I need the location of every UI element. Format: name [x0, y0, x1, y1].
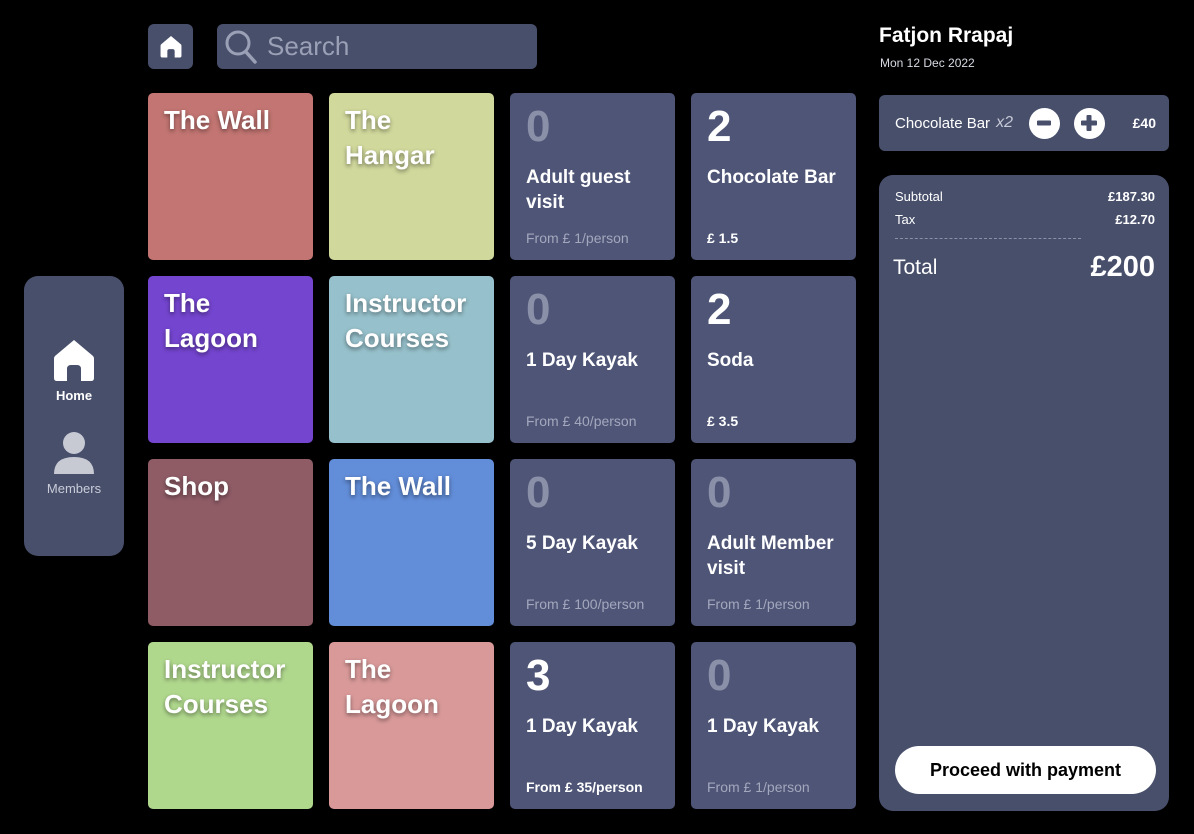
- product-price: From £ 1/person: [526, 230, 629, 246]
- decrease-quantity-button[interactable]: [1028, 107, 1060, 139]
- product-quantity: 0: [526, 468, 551, 517]
- product-price: From £ 40/person: [526, 413, 637, 429]
- category-tile[interactable]: The Hangar: [329, 93, 494, 260]
- category-label: The Lagoon: [345, 654, 439, 719]
- divider: [895, 238, 1081, 239]
- tile-grid: The Wall The Hangar 0 Adult guest visit …: [148, 93, 856, 809]
- category-label: The Wall: [164, 105, 270, 135]
- product-name: 1 Day Kayak: [707, 716, 819, 737]
- total-label: Total: [893, 255, 938, 279]
- product-quantity: 0: [526, 285, 551, 334]
- product-quantity: 3: [526, 651, 551, 700]
- proceed-payment-button[interactable]: Proceed with payment: [895, 746, 1156, 794]
- current-date: Mon 12 Dec 2022: [880, 56, 975, 70]
- product-tile[interactable]: 2 Chocolate Bar £ 1.5: [691, 93, 856, 260]
- category-tile[interactable]: Instructor Courses: [329, 276, 494, 443]
- increase-quantity-button[interactable]: [1073, 107, 1105, 139]
- product-tile[interactable]: 0 Adult Member visit From £ 1/person: [691, 459, 856, 626]
- cart-item-name: Chocolate Bar: [895, 114, 991, 132]
- product-tile[interactable]: 2 Soda £ 3.5: [691, 276, 856, 443]
- product-quantity: 0: [707, 468, 732, 517]
- category-label: Shop: [164, 471, 229, 501]
- category-tile[interactable]: The Wall: [148, 93, 313, 260]
- product-price: From £ 1/person: [707, 779, 810, 795]
- product-price: From £ 1/person: [707, 596, 810, 612]
- category-tile[interactable]: The Lagoon: [329, 642, 494, 809]
- search-icon: [225, 30, 257, 64]
- product-price: From £ 100/person: [526, 596, 645, 612]
- cart-item-quantity: x2: [996, 114, 1013, 131]
- search-input[interactable]: [267, 31, 527, 62]
- product-tile[interactable]: 0 1 Day Kayak From £ 1/person: [691, 642, 856, 809]
- user-name: Fatjon Rrapaj: [879, 24, 1014, 47]
- product-name: Chocolate Bar: [707, 167, 836, 188]
- product-tile[interactable]: 0 1 Day Kayak From £ 40/person: [510, 276, 675, 443]
- total-value: £200: [1090, 251, 1155, 283]
- category-tile[interactable]: Shop: [148, 459, 313, 626]
- tax-label: Tax: [895, 212, 916, 227]
- subtotal-label: Subtotal: [895, 189, 943, 204]
- home-button[interactable]: [148, 24, 193, 69]
- product-quantity: 0: [526, 102, 551, 151]
- category-label: Instructor Courses: [164, 654, 286, 719]
- home-icon: [54, 340, 94, 381]
- nav-item-members[interactable]: Members: [47, 431, 101, 496]
- product-quantity: 2: [707, 102, 732, 151]
- order-summary: Subtotal £187.30 Tax £12.70 Total £200 P…: [879, 175, 1169, 811]
- total-row: Total £200: [893, 251, 1155, 284]
- nav-label-home: Home: [55, 388, 93, 403]
- product-name: Adult Member visit: [707, 533, 834, 579]
- product-name: 5 Day Kayak: [526, 533, 638, 554]
- tax-value: £12.70: [1115, 212, 1155, 227]
- category-tile[interactable]: Instructor Courses: [148, 642, 313, 809]
- product-price: £ 3.5: [707, 413, 739, 429]
- product-name: 1 Day Kayak: [526, 350, 638, 371]
- product-name: Adult guest visit: [526, 167, 631, 213]
- side-nav: Home Members: [24, 276, 124, 556]
- product-price: From £ 35/person: [526, 779, 643, 795]
- person-icon: [54, 432, 94, 474]
- category-tile[interactable]: The Wall: [329, 459, 494, 626]
- category-tile[interactable]: The Lagoon: [148, 276, 313, 443]
- subtotal-row: Subtotal £187.30: [895, 189, 1155, 204]
- product-quantity: 2: [707, 285, 732, 334]
- cart-item: Chocolate Bar x2 £40: [879, 95, 1169, 151]
- product-name: Soda: [707, 350, 754, 371]
- product-tile[interactable]: 0 Adult guest visit From £ 1/person: [510, 93, 675, 260]
- search-bar: [217, 24, 537, 69]
- nav-label-members: Members: [46, 481, 102, 496]
- home-icon: [160, 36, 181, 58]
- category-label: The Wall: [345, 471, 451, 501]
- subtotal-value: £187.30: [1108, 189, 1155, 204]
- product-quantity: 0: [707, 651, 732, 700]
- product-name: 1 Day Kayak: [526, 716, 638, 737]
- category-label: The Hangar: [345, 105, 435, 170]
- cart-item-price: £40: [1132, 115, 1156, 131]
- minus-icon: [1037, 120, 1052, 126]
- product-price: £ 1.5: [707, 230, 739, 246]
- product-tile[interactable]: 3 1 Day Kayak From £ 35/person: [510, 642, 675, 809]
- product-tile[interactable]: 0 5 Day Kayak From £ 100/person: [510, 459, 675, 626]
- nav-item-home[interactable]: Home: [53, 338, 95, 403]
- category-label: Instructor Courses: [345, 288, 467, 353]
- tax-row: Tax £12.70: [895, 212, 1155, 227]
- plus-icon: [1081, 115, 1098, 131]
- category-label: The Lagoon: [164, 288, 258, 353]
